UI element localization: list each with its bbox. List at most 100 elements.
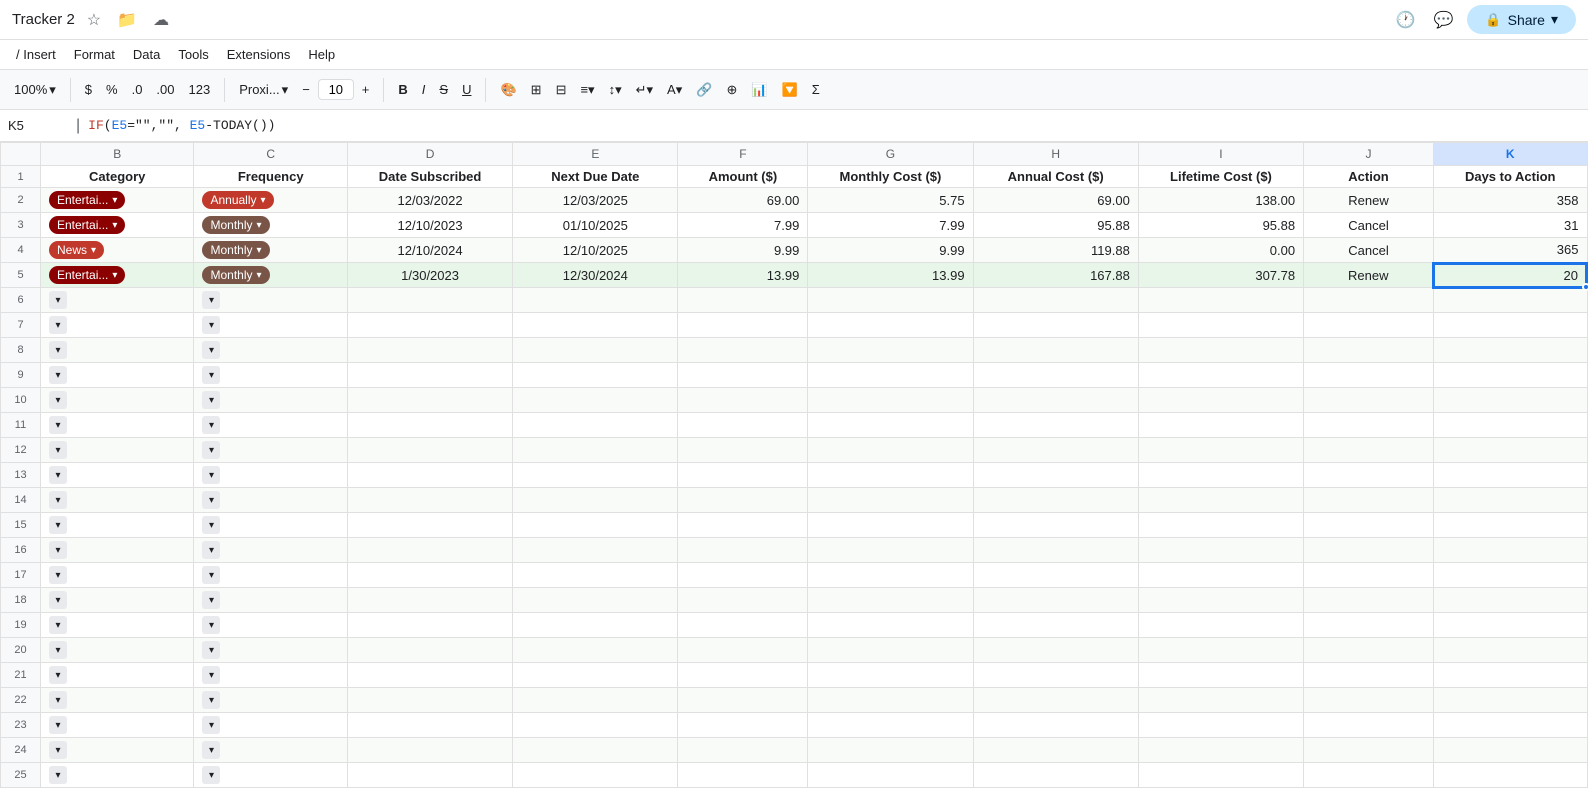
cell-j4[interactable]: Cancel [1304,238,1434,263]
dropdown-arrow-b14[interactable]: ▾ [49,491,67,509]
cell-d12[interactable] [347,438,512,463]
cell-e19[interactable] [513,613,678,638]
cell-h4[interactable]: 119.88 [973,238,1138,263]
cell-d19[interactable] [347,613,512,638]
cell-k12[interactable] [1433,438,1587,463]
cell-g8[interactable] [808,338,973,363]
cell-i2[interactable]: 138.00 [1138,188,1303,213]
cell-i10[interactable] [1138,388,1303,413]
dropdown-arrow-c16[interactable]: ▾ [202,541,220,559]
menu-item-help[interactable]: Help [300,43,343,66]
category-pill-4[interactable]: News ▾ [49,241,104,259]
cell-f12[interactable] [678,438,808,463]
font-size-input[interactable] [318,79,354,100]
cell-f21[interactable] [678,663,808,688]
percent-button[interactable]: % [100,78,124,101]
cell-k9[interactable] [1433,363,1587,388]
cell-g5[interactable]: 13.99 [808,263,973,288]
cell-d17[interactable] [347,563,512,588]
cell-g20[interactable] [808,638,973,663]
cell-k3[interactable]: 31 [1433,213,1587,238]
dropdown-arrow-c12[interactable]: ▾ [202,441,220,459]
cell-k24[interactable] [1433,738,1587,763]
valign-button[interactable]: ↕▾ [603,78,628,102]
cell-b2[interactable]: Entertai... ▾ [41,188,194,213]
dropdown-arrow-b25[interactable]: ▾ [49,766,67,784]
category-pill-2[interactable]: Entertai... ▾ [49,191,125,209]
cell-h2[interactable]: 69.00 [973,188,1138,213]
star-icon[interactable]: ☆ [83,8,105,32]
cell-b1[interactable]: Category [41,166,194,188]
cell-j24[interactable] [1304,738,1434,763]
cell-e14[interactable] [513,488,678,513]
cell-f16[interactable] [678,538,808,563]
dropdown-arrow-b12[interactable]: ▾ [49,441,67,459]
cell-d25[interactable] [347,763,512,788]
cell-j11[interactable] [1304,413,1434,438]
cell-i22[interactable] [1138,688,1303,713]
formula-content[interactable]: IF(E5="","", E5-TODAY()) [88,118,275,133]
cell-c7[interactable]: ▾ [194,313,347,338]
merge-button[interactable]: ⊟ [550,78,573,102]
dropdown-arrow-b17[interactable]: ▾ [49,566,67,584]
cell-i11[interactable] [1138,413,1303,438]
cell-h15[interactable] [973,513,1138,538]
dropdown-arrow-b16[interactable]: ▾ [49,541,67,559]
col-header-i[interactable]: I [1138,143,1303,166]
cell-h21[interactable] [973,663,1138,688]
sheet-container[interactable]: B C D E F G H I J K 1 Category Frequency… [0,142,1588,794]
dropdown-arrow-b10[interactable]: ▾ [49,391,67,409]
cell-k25[interactable] [1433,763,1587,788]
cell-e17[interactable] [513,563,678,588]
cell-d23[interactable] [347,713,512,738]
fill-color-button[interactable]: 🎨 [494,78,522,102]
frequency-pill-3[interactable]: Monthly ▾ [202,216,269,234]
cell-c3[interactable]: Monthly ▾ [194,213,347,238]
cell-d16[interactable] [347,538,512,563]
cell-i12[interactable] [1138,438,1303,463]
borders-button[interactable]: ⊞ [525,78,548,102]
category-pill-3[interactable]: Entertai... ▾ [49,216,125,234]
cell-g23[interactable] [808,713,973,738]
cell-f18[interactable] [678,588,808,613]
cell-d9[interactable] [347,363,512,388]
cell-h8[interactable] [973,338,1138,363]
cell-b12[interactable]: ▾ [41,438,194,463]
cell-b17[interactable]: ▾ [41,563,194,588]
cell-k14[interactable] [1433,488,1587,513]
decimal-more-button[interactable]: .00 [150,78,180,101]
cell-e18[interactable] [513,588,678,613]
cell-i15[interactable] [1138,513,1303,538]
link-button[interactable]: 🔗 [690,78,718,102]
cell-d10[interactable] [347,388,512,413]
cell-e10[interactable] [513,388,678,413]
cell-e5[interactable]: 12/30/2024 [513,263,678,288]
cell-k11[interactable] [1433,413,1587,438]
cell-c11[interactable]: ▾ [194,413,347,438]
cell-g15[interactable] [808,513,973,538]
cell-f10[interactable] [678,388,808,413]
chart-button[interactable]: 📊 [745,78,773,102]
cell-c5[interactable]: Monthly ▾ [194,263,347,288]
cell-d8[interactable] [347,338,512,363]
dropdown-arrow-b6[interactable]: ▾ [49,291,67,309]
cell-f13[interactable] [678,463,808,488]
cell-e3[interactable]: 01/10/2025 [513,213,678,238]
cell-g12[interactable] [808,438,973,463]
cell-c14[interactable]: ▾ [194,488,347,513]
cell-f4[interactable]: 9.99 [678,238,808,263]
cell-i9[interactable] [1138,363,1303,388]
cell-e9[interactable] [513,363,678,388]
cell-k15[interactable] [1433,513,1587,538]
cell-i1[interactable]: Lifetime Cost ($) [1138,166,1303,188]
dropdown-arrow-c19[interactable]: ▾ [202,616,220,634]
cell-g10[interactable] [808,388,973,413]
dropdown-arrow-c9[interactable]: ▾ [202,366,220,384]
cell-e12[interactable] [513,438,678,463]
function-button[interactable]: Σ [806,78,826,101]
cell-h19[interactable] [973,613,1138,638]
cell-h9[interactable] [973,363,1138,388]
cell-i13[interactable] [1138,463,1303,488]
cell-c12[interactable]: ▾ [194,438,347,463]
cell-g18[interactable] [808,588,973,613]
